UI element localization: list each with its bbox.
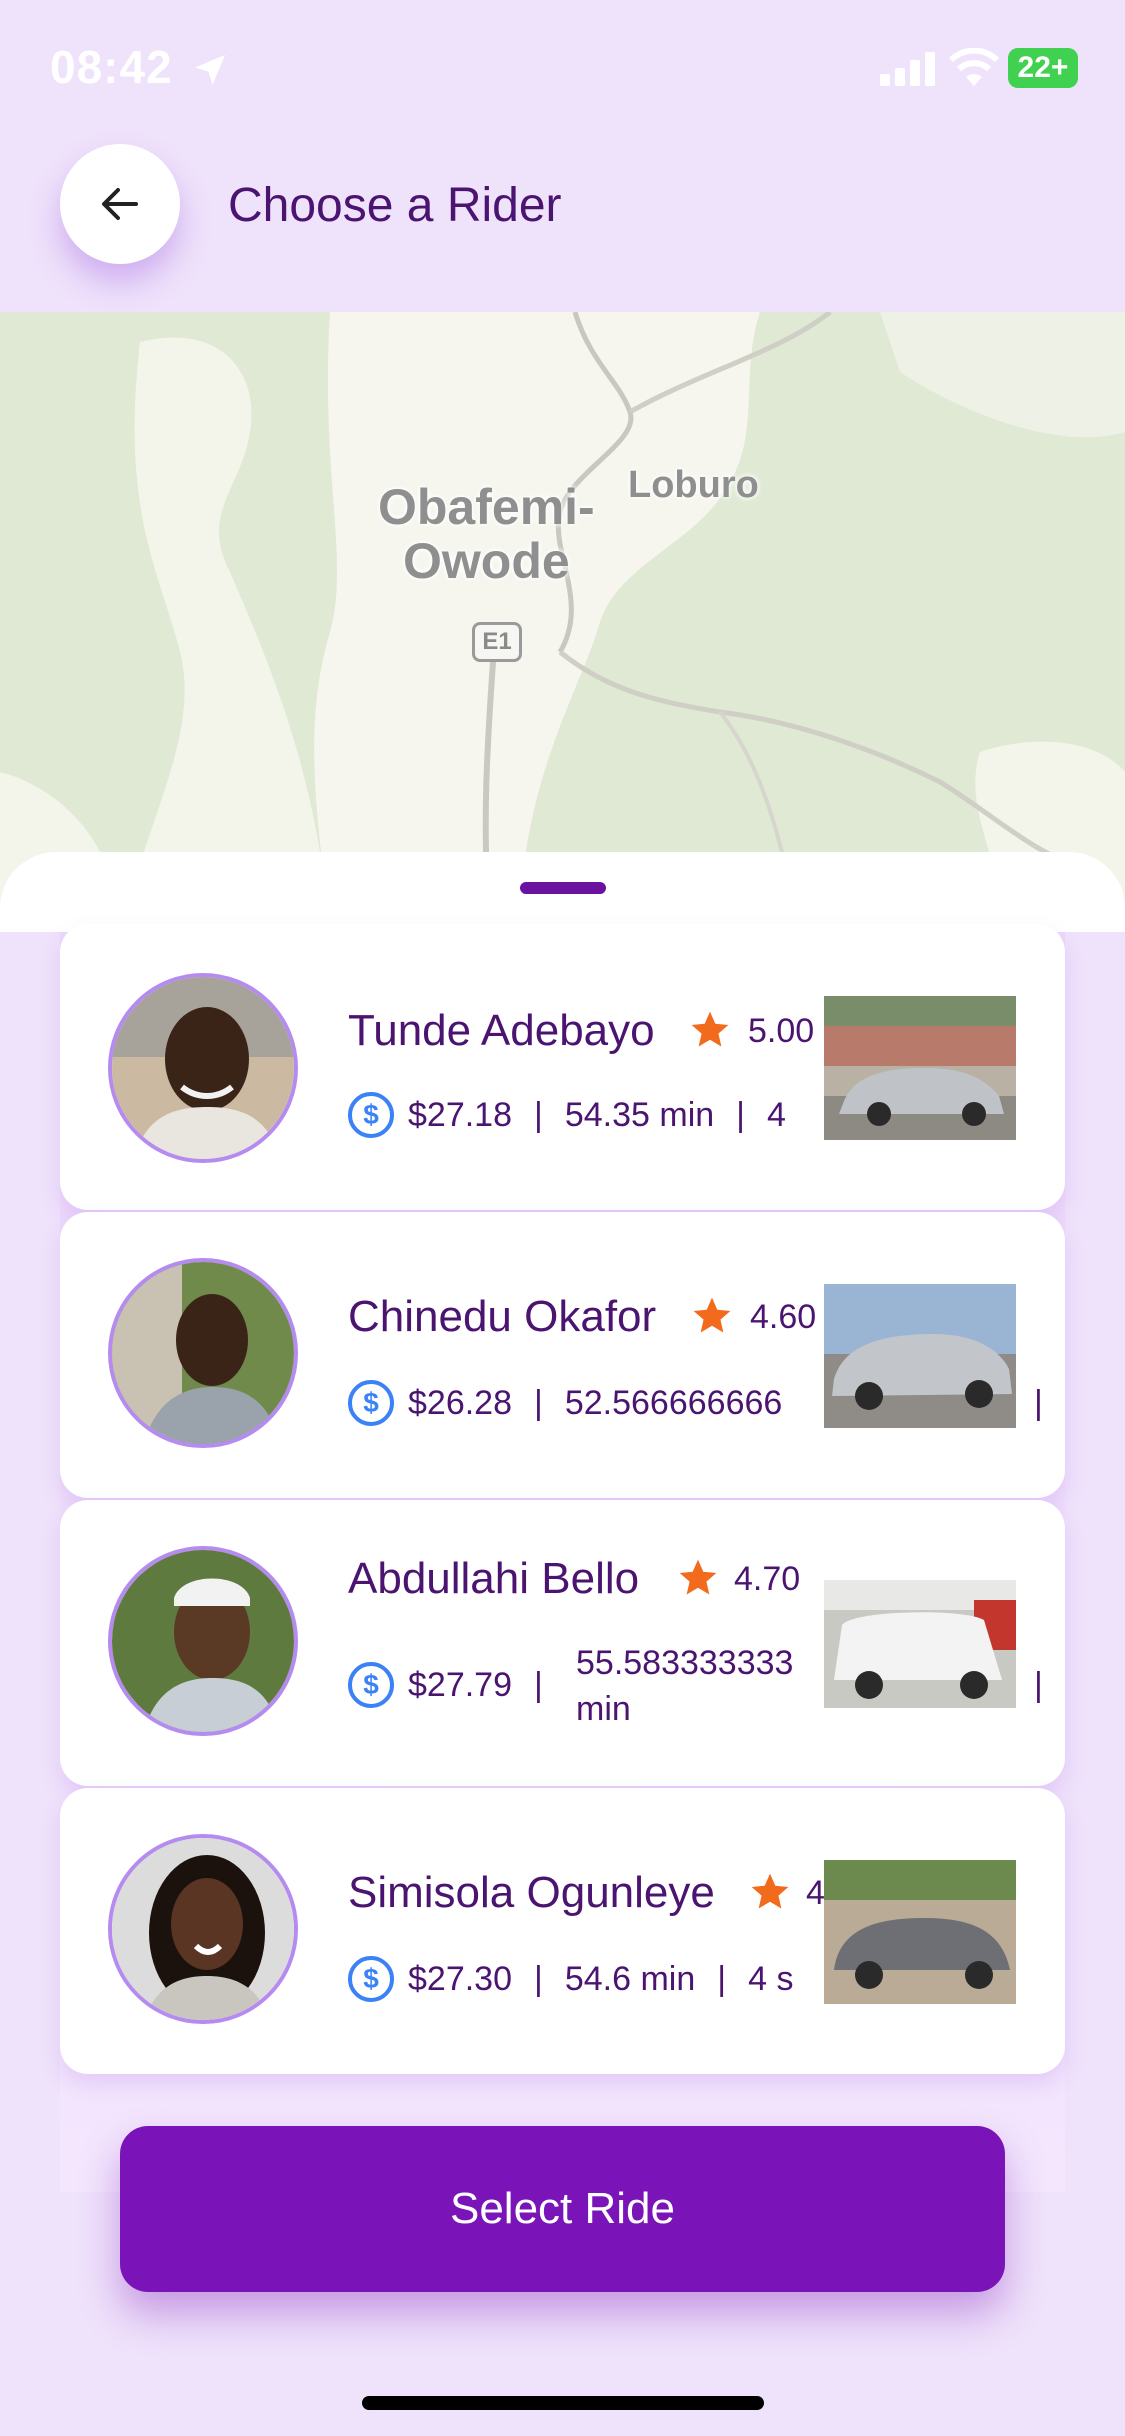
wifi-icon — [948, 48, 1000, 86]
star-icon — [691, 1011, 729, 1047]
map-label-city: Obafemi- Owode — [378, 479, 595, 589]
dollar-icon: $ — [348, 1380, 394, 1426]
car-photo — [824, 996, 1016, 1140]
ride-price: $27.79 — [408, 1666, 512, 1704]
select-ride-button[interactable]: Select Ride — [120, 2126, 1005, 2292]
rider-name: Tunde Adebayo — [348, 1006, 655, 1055]
separator: | — [1034, 1384, 1043, 1422]
separator: | — [534, 1960, 543, 1998]
rider-card[interactable]: Tunde Adebayo 5.00 $ $27.18 | 54.35 min | 4 — [60, 924, 1065, 1210]
back-button[interactable] — [60, 144, 180, 264]
ride-duration: 52.566666666 — [564, 1384, 783, 1422]
map-view[interactable]: Obafemi- Owode Loburo E1 — [0, 312, 1125, 932]
rider-rating: 4 — [806, 1874, 825, 1912]
ride-info: $27.30 | 54.6 min | 4 s — [408, 1960, 884, 1999]
rider-name: Abdullahi Bello — [348, 1554, 640, 1603]
home-indicator[interactable] — [362, 2396, 764, 2410]
ride-extra: 4 s — [748, 1960, 794, 1998]
rider-rating: 5.00 — [748, 1012, 815, 1050]
star-icon — [693, 1297, 731, 1333]
rider-name: Chinedu Okafor — [348, 1292, 657, 1341]
rider-name: Simisola Ogunleye — [348, 1868, 715, 1917]
ride-extra: 4 — [767, 1096, 786, 1134]
dollar-icon: $ — [348, 1956, 394, 2002]
star-icon — [751, 1873, 789, 1909]
ride-price: $27.18 — [408, 1096, 512, 1134]
dollar-icon: $ — [348, 1092, 394, 1138]
rider-card[interactable]: Chinedu Okafor 4.60 $ $26.28 | 52.56666666… — [60, 1212, 1065, 1498]
car-photo — [824, 1580, 1016, 1708]
rider-card[interactable]: Abdullahi Bello 4.70 $ $27.79 | 55.583333… — [60, 1500, 1065, 1786]
location-arrow-icon — [195, 55, 225, 85]
separator: | — [736, 1096, 746, 1134]
ride-price: $27.30 — [408, 1960, 512, 1998]
dollar-icon: $ — [348, 1662, 394, 1708]
drag-handle[interactable] — [520, 882, 606, 894]
rider-card[interactable]: Simisola Ogunleye 4 $ $27.30 | 54.6 min | 4 … — [60, 1788, 1065, 2074]
car-photo — [824, 1284, 1016, 1428]
status-time: 08:42 — [50, 41, 173, 93]
ride-duration: 54.35 min — [564, 1096, 715, 1134]
map-road-badge: E1 — [472, 622, 522, 662]
ride-duration: 54.6 min — [564, 1960, 696, 1998]
ride-price: $26.28 — [408, 1384, 512, 1422]
ride-duration: 55.583333333 min — [576, 1644, 794, 1728]
rider-rating: 4.60 — [750, 1298, 817, 1336]
battery-indicator: 22+ — [1008, 48, 1078, 88]
cellular-signal-icon — [880, 52, 935, 86]
car-photo — [824, 1860, 1016, 2004]
page-title: Choose a Rider — [228, 179, 562, 232]
separator: | — [534, 1384, 543, 1422]
ride-info: $26.28 | 52.566666666 — [408, 1384, 884, 1423]
star-icon — [679, 1559, 717, 1595]
separator: | — [717, 1960, 727, 1998]
map-terrain — [0, 312, 1125, 932]
arrow-left-icon — [102, 188, 138, 220]
separator: | — [1034, 1666, 1043, 1704]
status-bar: 08:42 22+ — [0, 0, 1125, 140]
map-label-town: Loburo — [628, 464, 759, 506]
separator: | — [534, 1666, 543, 1704]
avatar — [108, 1546, 298, 1736]
avatar — [108, 1258, 298, 1448]
avatar — [108, 1834, 298, 2024]
separator: | — [534, 1096, 543, 1134]
rider-rating: 4.70 — [734, 1560, 801, 1598]
avatar — [108, 973, 298, 1163]
ride-info: $27.18 | 54.35 min | 4 — [408, 1096, 884, 1135]
